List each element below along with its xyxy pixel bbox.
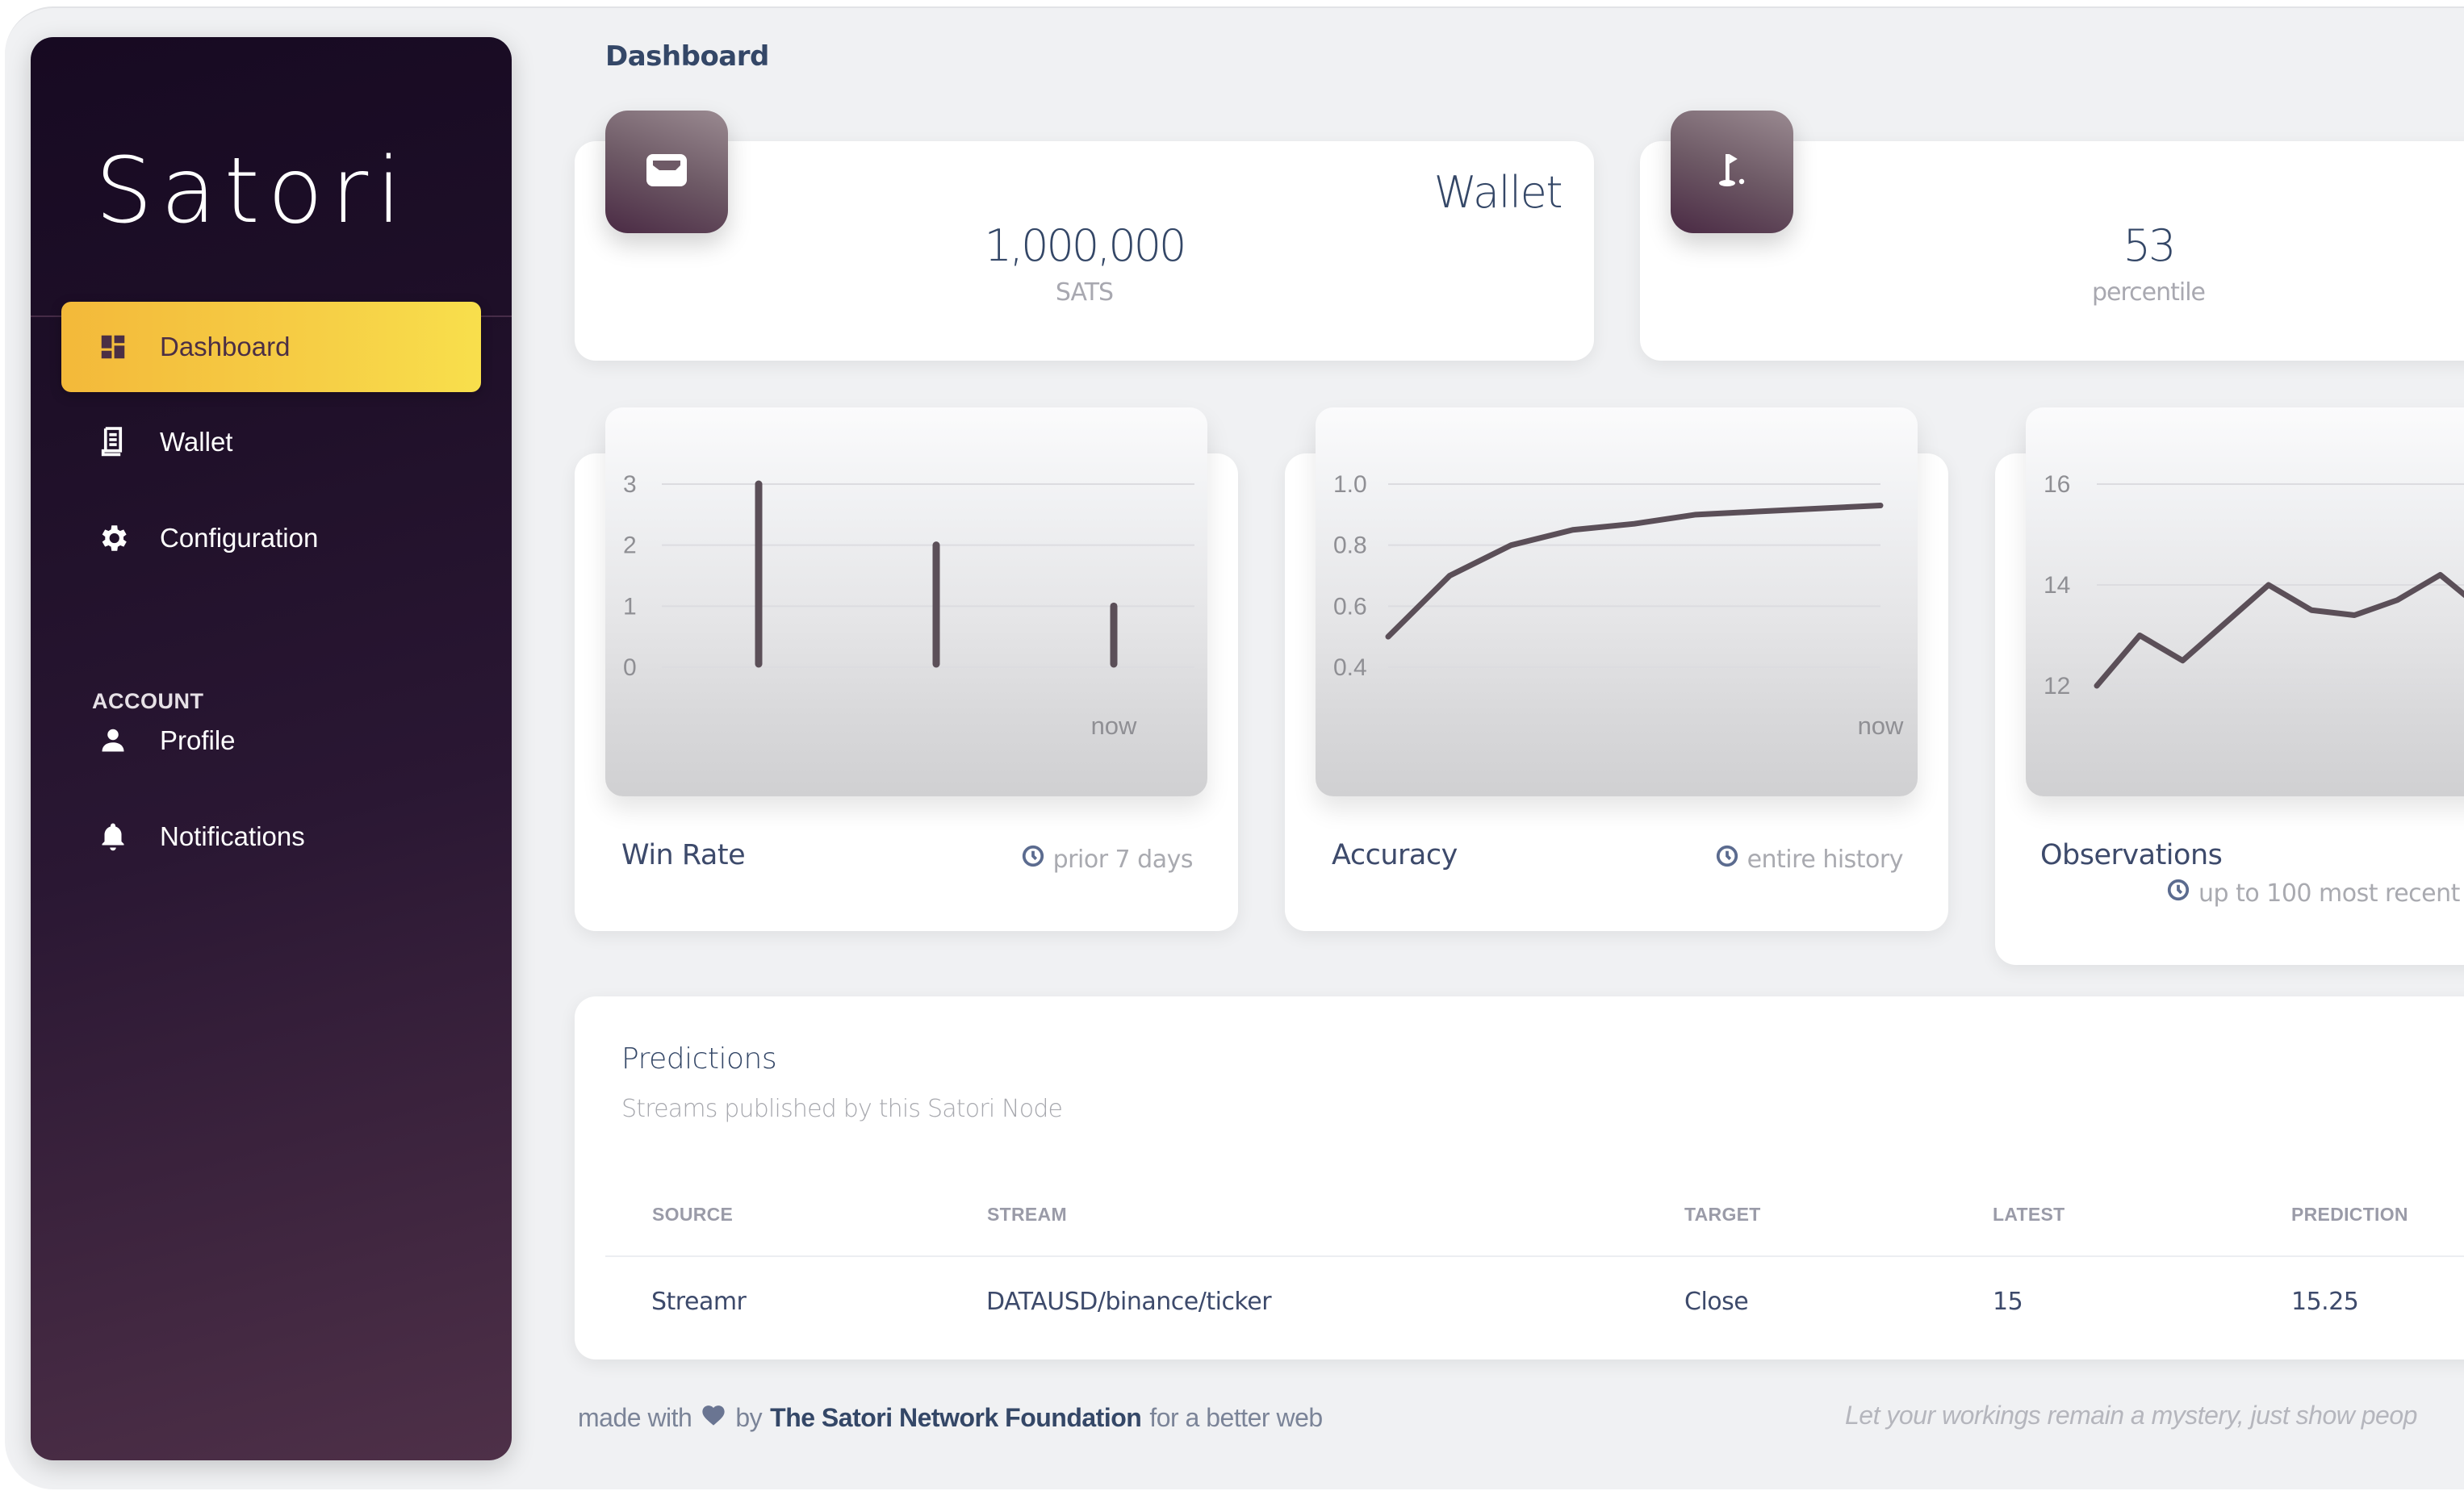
- logo[interactable]: Satori: [95, 146, 409, 236]
- accuracy-title: Accuracy: [1332, 839, 1458, 871]
- clock-icon: [1715, 844, 1739, 875]
- cell-source: Streamr: [651, 1288, 747, 1316]
- dashboard-icon: [95, 329, 131, 365]
- sidebar-item-label: Configuration: [160, 523, 319, 553]
- accuracy-chart: 0.4 0.6 0.8 1.0 now: [1316, 407, 1918, 796]
- x-tick-label: now: [1858, 712, 1904, 740]
- predictions-card: [575, 996, 2464, 1359]
- cell-target: Close: [1684, 1288, 1749, 1316]
- sidebar-item-notifications[interactable]: Notifications: [61, 791, 481, 882]
- x-tick-label: now: [1091, 712, 1137, 740]
- predictions-title: Predictions: [621, 1042, 777, 1075]
- heart-icon: [700, 1402, 727, 1433]
- y-tick-label: 2: [623, 532, 637, 559]
- column-header-target[interactable]: TARGET: [1684, 1204, 1761, 1226]
- sidebar-item-profile[interactable]: Profile: [61, 695, 481, 786]
- footer-org-link[interactable]: The Satori Network Foundation: [770, 1403, 1142, 1433]
- observations-chart-svg: 12 14 16: [2044, 471, 2464, 700]
- wallet-icon: [645, 152, 688, 192]
- predictions-subtitle: Streams published by this Satori Node: [621, 1095, 1063, 1123]
- receipt-icon: [95, 424, 131, 460]
- table-divider: [605, 1255, 2464, 1257]
- observations-period: up to 100 most recent: [2166, 878, 2460, 908]
- column-header-latest[interactable]: LATEST: [1993, 1204, 2065, 1226]
- series-line: [2094, 572, 2464, 689]
- y-tick-label: 1.0: [1333, 471, 1367, 498]
- win-rate-period: prior 7 days: [1021, 844, 1194, 875]
- cell-stream: DATAUSD/binance/ticker: [986, 1288, 1272, 1316]
- footer-suffix: for a better web: [1149, 1402, 1323, 1432]
- observations-title: Observations: [2040, 839, 2223, 871]
- wallet-tile: [605, 111, 728, 233]
- wallet-unit: SATS: [1055, 278, 1114, 307]
- wallet-card-title: Wallet: [1433, 167, 1563, 218]
- column-header-prediction[interactable]: PREDICTION: [2291, 1204, 2408, 1226]
- footer-made-with: made with: [578, 1402, 692, 1432]
- y-tick-label: 12: [2044, 673, 2070, 700]
- bell-icon: [95, 819, 131, 854]
- y-tick-label: 16: [2044, 471, 2070, 498]
- column-header-source[interactable]: SOURCE: [652, 1204, 733, 1226]
- golf-flag-icon: [1711, 149, 1753, 195]
- win-rate-period-text: prior 7 days: [1052, 845, 1194, 874]
- cell-prediction: 15.25: [2291, 1288, 2359, 1316]
- win-rate-title: Win Rate: [621, 839, 746, 871]
- y-tick-label: 0.4: [1333, 654, 1367, 681]
- series-line: [1385, 502, 1884, 640]
- sidebar-item-label: Wallet: [160, 427, 233, 457]
- sidebar-item-label: Profile: [160, 725, 236, 755]
- y-tick-label: 0.6: [1333, 593, 1367, 620]
- sidebar-item-label: Notifications: [160, 821, 305, 851]
- win-rate-chart-svg: 0 1 2 3 now: [623, 471, 1194, 740]
- sidebar-item-label: Dashboard: [160, 332, 291, 361]
- gear-icon: [95, 520, 131, 556]
- footer-credits: made with by The Satori Network Foundati…: [578, 1402, 1323, 1433]
- footer-quote: Let your workings remain a mystery, just…: [1845, 1401, 2417, 1430]
- percentile-tile: [1671, 111, 1793, 233]
- y-tick-label: 0: [623, 654, 637, 681]
- accuracy-period: entire history: [1715, 844, 1904, 875]
- accuracy-period-text: entire history: [1747, 845, 1904, 874]
- logo-text: Satori: [95, 139, 410, 244]
- accuracy-chart-svg: 0.4 0.6 0.8 1.0 now: [1333, 471, 1904, 740]
- sidebar-item-configuration[interactable]: Configuration: [61, 493, 481, 583]
- y-tick-label: 1: [623, 593, 637, 620]
- clock-icon: [2166, 878, 2190, 908]
- observations-chart: 12 14 16: [2026, 407, 2464, 796]
- cell-latest: 15: [1993, 1288, 2023, 1316]
- column-header-stream[interactable]: STREAM: [987, 1204, 1067, 1226]
- page-title: Dashboard: [605, 40, 769, 73]
- wallet-balance: 1,000,000: [984, 220, 1187, 271]
- sidebar-item-dashboard[interactable]: Dashboard: [61, 302, 481, 392]
- observations-period-text: up to 100 most recent: [2198, 879, 2460, 908]
- y-tick-label: 3: [623, 471, 637, 498]
- y-tick-label: 14: [2044, 572, 2070, 599]
- clock-icon: [1021, 844, 1045, 875]
- person-icon: [95, 723, 131, 758]
- sidebar-item-wallet[interactable]: Wallet: [61, 397, 481, 487]
- sidebar: Satori Dashboard Wallet Configuration AC…: [31, 37, 512, 1460]
- win-rate-chart: 0 1 2 3 now: [605, 407, 1207, 796]
- footer-by: by: [735, 1402, 763, 1432]
- y-tick-label: 0.8: [1333, 532, 1367, 559]
- percentile-unit: percentile: [2091, 278, 2206, 307]
